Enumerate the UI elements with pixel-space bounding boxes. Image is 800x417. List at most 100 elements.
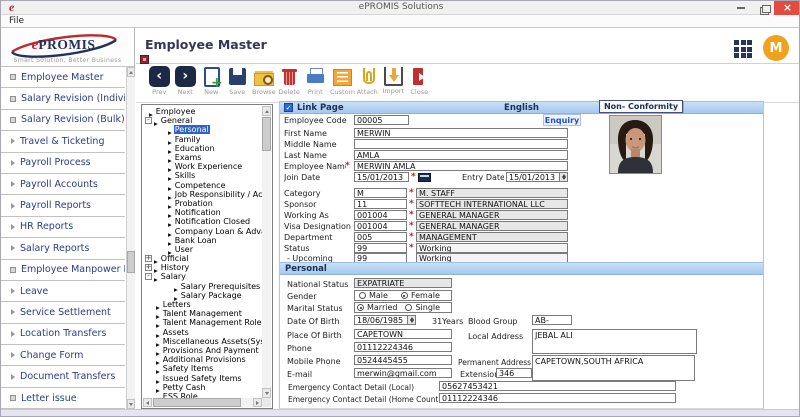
tree-item[interactable]: Family — [143, 135, 262, 144]
enquiry-button[interactable]: Enquiry — [543, 114, 581, 126]
scroll-left-icon[interactable] — [143, 398, 152, 407]
tree-expand-icon[interactable]: + — [145, 264, 152, 271]
radio-icon[interactable] — [357, 304, 364, 311]
radio-icon[interactable] — [405, 304, 412, 311]
sidebar-item[interactable]: Payroll Process — [1, 153, 125, 174]
minimize-icon[interactable] — [730, 2, 752, 15]
tree-expand-icon[interactable]: - — [145, 273, 152, 280]
sidebar-item[interactable]: Service Settlement — [1, 302, 125, 323]
scroll-up-icon[interactable] — [127, 67, 135, 77]
scrollbar-thumb[interactable] — [153, 398, 241, 407]
first-name-field[interactable]: MERWIN — [354, 128, 568, 138]
user-avatar[interactable]: M — [763, 35, 789, 61]
sidebar-item[interactable]: Letter issue — [1, 388, 125, 409]
permanent-address-field[interactable]: CAPETOWN,SOUTH AFRICA — [532, 355, 695, 381]
local-address-field[interactable]: JEBAL ALI — [532, 329, 697, 354]
place-of-birth-field[interactable]: CAPETOWN — [354, 329, 452, 339]
tree-item[interactable]: Notification — [143, 208, 262, 217]
sidebar-item[interactable]: Leave — [1, 281, 125, 302]
gender-male-option[interactable]: Male — [359, 291, 388, 300]
scrollbar-thumb[interactable] — [262, 117, 271, 151]
join-date-field[interactable]: 15/01/2013 — [354, 172, 409, 182]
visa-designation-code-field[interactable]: 001004 — [354, 221, 407, 231]
radio-icon[interactable] — [401, 292, 408, 299]
marital-single-option[interactable]: Single — [405, 303, 440, 312]
sidebar-item[interactable]: Payroll Reports — [1, 195, 125, 216]
sidebar-item[interactable]: Salary Revision (Individual) — [1, 88, 125, 109]
date-of-birth-field[interactable]: 18/06/1985 — [354, 315, 416, 325]
employee-name-field[interactable]: MERWIN AMLA — [354, 161, 568, 171]
spinner-icon[interactable] — [559, 173, 567, 181]
sidebar-item[interactable]: Salary Reports — [1, 238, 125, 259]
spinner-icon[interactable] — [407, 316, 415, 324]
tree-horizontal-scrollbar[interactable] — [143, 398, 262, 407]
emergency-home-field[interactable]: 01112224346 — [439, 393, 676, 403]
apps-grid-icon[interactable] — [734, 40, 752, 58]
tree-item[interactable]: -Salary — [143, 272, 262, 281]
tree-item[interactable]: Probation — [143, 199, 262, 208]
national-status-field[interactable]: EXPATRIATE — [354, 278, 452, 288]
category-code-field[interactable]: M — [354, 188, 407, 198]
tree-item[interactable]: Education — [143, 144, 262, 153]
entry-date-field[interactable]: 15/01/2013 — [506, 172, 568, 182]
tree-item[interactable]: Skills — [143, 171, 262, 180]
tree-item[interactable]: Company Loan & Advan — [143, 226, 262, 235]
employee-code-field[interactable]: 00005 — [354, 115, 409, 125]
status-code-field[interactable]: 99 — [354, 243, 407, 253]
tree-vertical-scrollbar[interactable] — [262, 106, 271, 398]
toolbar-button-new[interactable]: New — [200, 66, 223, 96]
scrollbar-thumb[interactable] — [127, 251, 135, 273]
sidebar-item[interactable]: HR Reports — [1, 217, 125, 238]
calendar-icon[interactable] — [418, 173, 431, 182]
phone-field[interactable]: 01112224346 — [354, 342, 452, 352]
toolbar-button-close[interactable]: Close — [408, 66, 431, 96]
department-code-field[interactable]: 005 — [354, 232, 407, 242]
sidebar-item[interactable]: Salary Revision (Bulk) — [1, 110, 125, 131]
radio-icon[interactable] — [359, 292, 366, 299]
tree-item[interactable]: Bank Loan — [143, 236, 262, 245]
sidebar-item[interactable]: Change Form — [1, 345, 125, 366]
middle-name-field[interactable] — [354, 139, 568, 149]
scroll-down-icon[interactable] — [127, 399, 135, 409]
tree-item[interactable]: Job Responsibility / Acco — [143, 190, 262, 199]
scroll-right-icon[interactable] — [253, 398, 262, 407]
sidebar-item[interactable]: Payroll Accounts — [1, 174, 125, 195]
marital-married-option[interactable]: Married — [357, 303, 397, 312]
emergency-local-field[interactable]: 05627453421 — [439, 381, 676, 391]
tree-item[interactable]: +Official — [143, 254, 262, 263]
scroll-up-icon[interactable] — [262, 106, 271, 116]
gender-female-option[interactable]: Female — [401, 291, 440, 300]
tree-item[interactable]: Salary Prerequisites — [143, 282, 262, 291]
non-conformity-button[interactable]: Non- Conformity — [599, 100, 683, 113]
extension-field[interactable]: 346 — [496, 368, 532, 378]
scroll-down-icon[interactable] — [262, 388, 271, 398]
sidebar-item[interactable]: Document Transfers — [1, 366, 125, 387]
toolbar-button-print[interactable]: Print — [304, 66, 327, 96]
blood-group-field[interactable]: AB- — [532, 315, 572, 325]
toolbar-button-delete[interactable]: Delete — [278, 66, 301, 96]
toolbar-button-attach[interactable]: Attach — [356, 66, 379, 96]
close-icon[interactable] — [774, 1, 800, 15]
email-field[interactable]: merwin@gmail.com — [354, 368, 452, 378]
toolbar-button-save[interactable]: Save — [226, 66, 249, 96]
tree-item[interactable]: User — [143, 245, 262, 254]
sidebar-scrollbar[interactable] — [126, 67, 135, 409]
sidebar-item[interactable]: Location Transfers — [1, 324, 125, 345]
toolbar-button-prev[interactable]: Prev — [148, 66, 171, 96]
working-as-code-field[interactable]: 001004 — [354, 210, 407, 220]
tree-item[interactable]: Notification Closed — [143, 217, 262, 226]
toolbar-button-custom[interactable]: Custom — [330, 66, 353, 96]
tree-item[interactable]: Employee — [143, 107, 262, 116]
last-name-field[interactable]: AMLA — [354, 150, 568, 160]
sidebar-item[interactable]: Travel & Ticketing — [1, 131, 125, 152]
sponsor-code-field[interactable]: 11 — [354, 199, 407, 209]
tree-item[interactable]: +History — [143, 263, 262, 272]
toolbar-button-import[interactable]: Import — [382, 66, 405, 96]
menu-file[interactable]: File — [9, 16, 24, 26]
tree-item[interactable]: Work Experience — [143, 162, 262, 171]
sidebar-item[interactable]: Employee Master — [1, 67, 125, 88]
mobile-phone-field[interactable]: 0524445455 — [354, 355, 452, 365]
tree-expand-icon[interactable]: - — [145, 117, 152, 124]
toolbar-button-next[interactable]: Next — [174, 66, 197, 96]
tree-item[interactable]: Competence — [143, 181, 262, 190]
